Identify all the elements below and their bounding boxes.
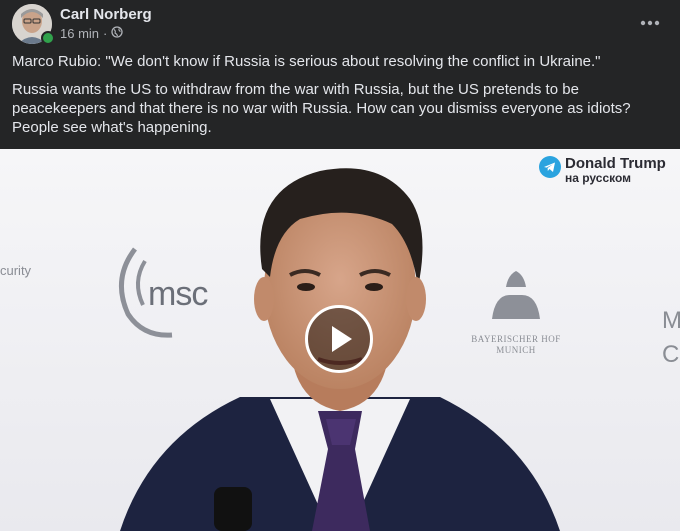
author-name[interactable]: Carl Norberg [60, 6, 152, 23]
post-time[interactable]: 16 min [60, 26, 99, 41]
meta-separator: · [103, 26, 108, 41]
watermark-title: Donald Trump [565, 155, 666, 172]
post-meta: 16 min · [60, 26, 124, 41]
video-player[interactable]: curity msc BAYERISCHER HOF MUNICH Mu Co … [0, 149, 680, 531]
post-text-line-2: Russia wants the US to withdraw from the… [12, 81, 631, 136]
bayerischer-hof-logo: BAYERISCHER HOF MUNICH [471, 334, 561, 355]
watermark-subtitle: на русском [565, 171, 632, 185]
online-status-dot [41, 31, 55, 45]
more-horizontal-icon[interactable] [638, 12, 662, 32]
backdrop-text-right: Mu Co [662, 307, 680, 368]
msc-logo: msc [148, 275, 208, 313]
facebook-post: Carl Norberg 16 min · Marco Rubio: "We d… [0, 0, 680, 531]
backdrop-text-left: curity [0, 263, 32, 278]
telegram-icon [539, 156, 561, 183]
globe-icon [111, 26, 124, 41]
post-header: Carl Norberg 16 min · [12, 4, 668, 45]
play-icon[interactable] [305, 305, 373, 373]
post-text-line-1: Marco Rubio: "We don't know if Russia is… [12, 53, 601, 70]
